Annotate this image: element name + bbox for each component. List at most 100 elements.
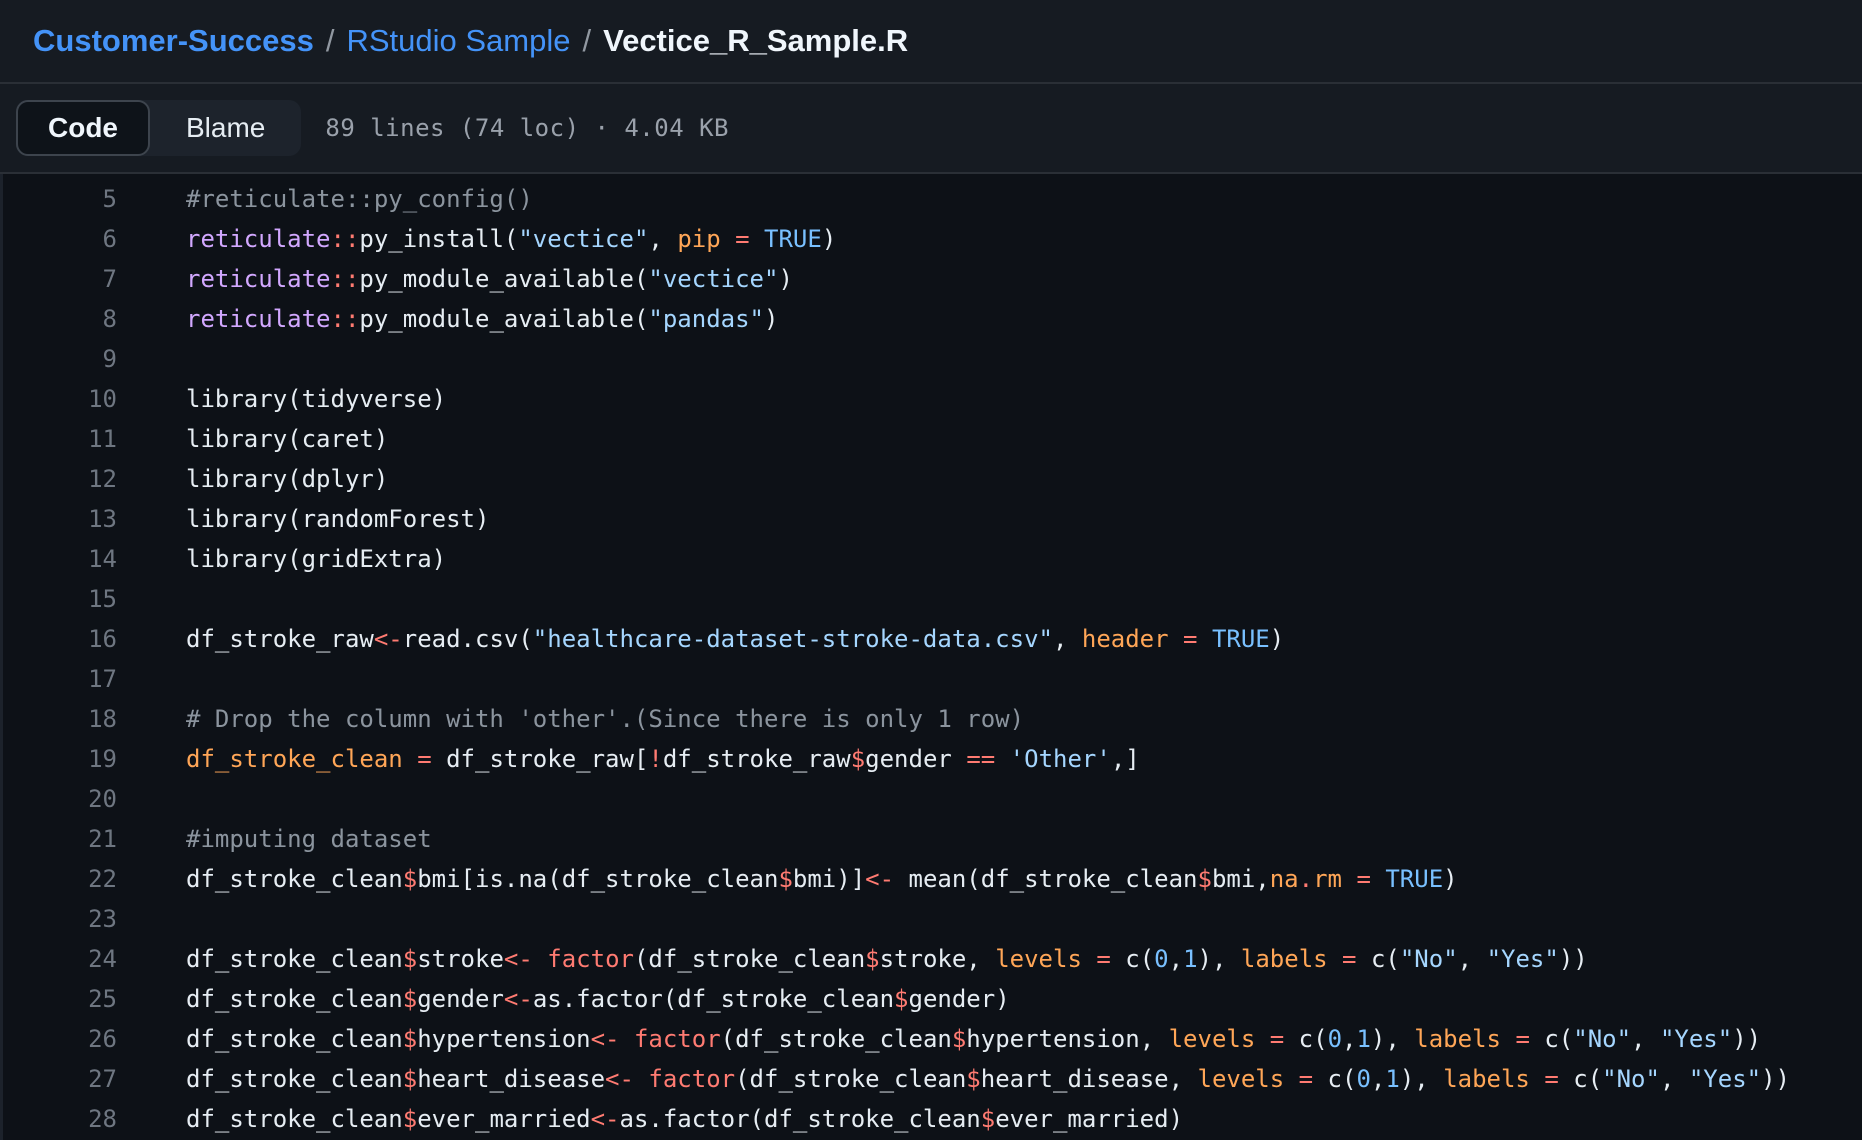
token-operator: factor: [634, 1025, 721, 1053]
token-plain: )): [1761, 1065, 1790, 1093]
line-number[interactable]: 17: [0, 659, 117, 699]
code-text: df_stroke_clean$heart_disease<- factor(d…: [117, 1059, 1790, 1099]
code-text: #reticulate::py_config(): [117, 179, 533, 219]
token-param: levels: [1198, 1065, 1285, 1093]
line-number[interactable]: 9: [0, 339, 117, 379]
token-operator: ::: [331, 225, 360, 253]
code-line: 7reticulate::py_module_available("vectic…: [0, 259, 1862, 299]
code-line: 13library(randomForest): [0, 499, 1862, 539]
line-number[interactable]: 5: [0, 179, 117, 219]
token-plain: c(: [1284, 1025, 1327, 1053]
line-number[interactable]: 13: [0, 499, 117, 539]
token-constant: 0: [1154, 945, 1168, 973]
token-operator: =: [1270, 1025, 1284, 1053]
line-number[interactable]: 28: [0, 1099, 117, 1139]
token-plain: ): [764, 305, 778, 333]
line-number[interactable]: 23: [0, 899, 117, 939]
token-plain: df_stroke_clean: [186, 945, 403, 973]
line-number[interactable]: 18: [0, 699, 117, 739]
token-param: levels: [995, 945, 1082, 973]
token-plain: ): [1443, 865, 1457, 893]
token-constant: 0: [1356, 1065, 1370, 1093]
token-plain: [1255, 1025, 1269, 1053]
token-plain: [721, 225, 735, 253]
line-number[interactable]: 26: [0, 1019, 117, 1059]
token-operator: =: [1183, 625, 1197, 653]
token-string: "Yes": [1487, 945, 1559, 973]
tab-code[interactable]: Code: [16, 100, 150, 156]
token-plain: c(: [1559, 1065, 1602, 1093]
line-number[interactable]: 8: [0, 299, 117, 339]
token-plain: library(dplyr): [186, 465, 388, 493]
token-operator: <-: [374, 625, 403, 653]
token-string: "No": [1602, 1065, 1660, 1093]
code-editor: 5#reticulate::py_config()6reticulate::py…: [0, 174, 1862, 1140]
line-number[interactable]: 7: [0, 259, 117, 299]
line-number[interactable]: 21: [0, 819, 117, 859]
token-plain: [1082, 945, 1096, 973]
token-plain: as.factor(df_stroke_clean: [533, 985, 894, 1013]
line-number[interactable]: 14: [0, 539, 117, 579]
line-number[interactable]: 6: [0, 219, 117, 259]
line-number[interactable]: 16: [0, 619, 117, 659]
code-blame-switch: Code Blame: [16, 100, 301, 156]
code-text: library(tidyverse): [117, 379, 446, 419]
token-constant: TRUE: [764, 225, 822, 253]
line-number[interactable]: 25: [0, 979, 117, 1019]
code-text: reticulate::py_module_available("pandas"…: [117, 299, 778, 339]
token-operator: $: [952, 1025, 966, 1053]
token-comment: #imputing dataset: [186, 825, 432, 853]
token-operator: =: [1342, 945, 1356, 973]
token-comment: #reticulate::py_config(): [186, 185, 533, 213]
code-text: df_stroke_clean$ever_married<-as.factor(…: [117, 1099, 1183, 1139]
code-text: # Drop the column with 'other'.(Since th…: [117, 699, 1024, 739]
breadcrumb-filename: Vectice_R_Sample.R: [603, 23, 908, 59]
token-string: "No": [1573, 1025, 1631, 1053]
line-number[interactable]: 15: [0, 579, 117, 619]
token-plain: [1284, 1065, 1298, 1093]
code-line: 20: [0, 779, 1862, 819]
breadcrumb-repo-link[interactable]: Customer-Success: [33, 23, 314, 59]
token-constant: 1: [1356, 1025, 1370, 1053]
token-operator: $: [403, 1025, 417, 1053]
token-operator: <-: [865, 865, 894, 893]
token-namespace: reticulate: [186, 265, 331, 293]
token-operator: =: [1299, 1065, 1313, 1093]
token-plain: [1169, 625, 1183, 653]
line-number[interactable]: 22: [0, 859, 117, 899]
code-line: 24df_stroke_clean$stroke<- factor(df_str…: [0, 939, 1862, 979]
line-number[interactable]: 19: [0, 739, 117, 779]
left-edge-strip: [0, 174, 3, 1140]
token-plain: heart_disease,: [981, 1065, 1198, 1093]
line-number[interactable]: 11: [0, 419, 117, 459]
token-operator: $: [403, 865, 417, 893]
line-number[interactable]: 10: [0, 379, 117, 419]
token-plain: py_install(: [359, 225, 518, 253]
token-plain: )): [1559, 945, 1588, 973]
token-plain: ,: [1169, 945, 1183, 973]
token-plain: ): [1270, 625, 1284, 653]
code-text: df_stroke_clean$gender<-as.factor(df_str…: [117, 979, 1010, 1019]
line-number[interactable]: 20: [0, 779, 117, 819]
token-plain: df_stroke_raw: [663, 745, 851, 773]
code-text: library(gridExtra): [117, 539, 446, 579]
code-text: df_stroke_clean = df_stroke_raw[!df_stro…: [117, 739, 1140, 779]
line-number[interactable]: 12: [0, 459, 117, 499]
token-operator: ==: [966, 745, 995, 773]
breadcrumb-folder-link[interactable]: RStudio Sample: [346, 23, 570, 59]
token-operator: <-: [504, 985, 533, 1013]
tab-blame[interactable]: Blame: [150, 100, 301, 156]
code-line: 8reticulate::py_module_available("pandas…: [0, 299, 1862, 339]
token-plain: )): [1732, 1025, 1761, 1053]
token-param: levels: [1169, 1025, 1256, 1053]
code-text: library(dplyr): [117, 459, 388, 499]
token-operator: ::: [331, 265, 360, 293]
token-plain: ,: [1371, 1065, 1385, 1093]
token-string: "healthcare-dataset-stroke-data.csv": [533, 625, 1053, 653]
token-string: 'Other': [1010, 745, 1111, 773]
code-text: [117, 899, 186, 939]
token-plain: ever_married): [995, 1105, 1183, 1133]
token-plain: ,: [1631, 1025, 1660, 1053]
line-number[interactable]: 24: [0, 939, 117, 979]
line-number[interactable]: 27: [0, 1059, 117, 1099]
